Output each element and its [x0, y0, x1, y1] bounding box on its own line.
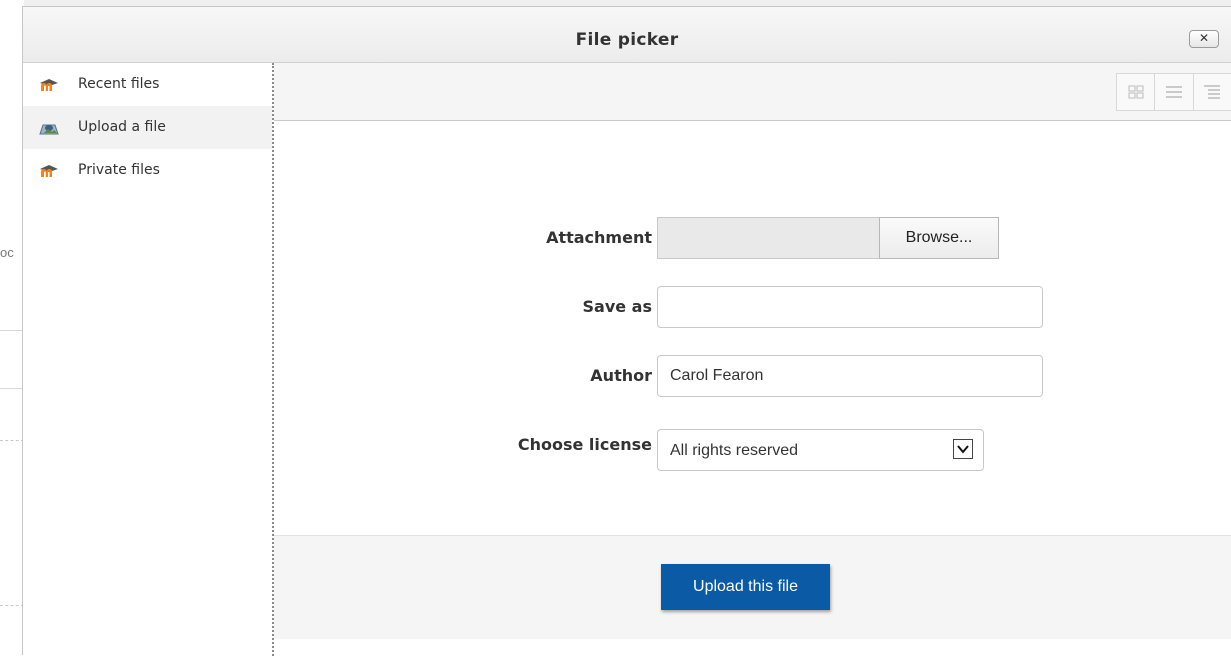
list-view-icon — [1165, 86, 1182, 98]
view-list-button[interactable] — [1155, 74, 1194, 110]
dialog-title: File picker — [575, 30, 679, 50]
background-divider — [0, 605, 24, 606]
sidebar-item-label: Recent files — [78, 76, 160, 92]
background-divider — [0, 330, 24, 331]
license-select[interactable]: All rights reserved — [657, 429, 984, 471]
license-selected-value: All rights reserved — [670, 442, 799, 459]
sidebar-item-label: Private files — [78, 162, 160, 178]
author-input[interactable] — [657, 355, 1043, 397]
license-label: Choose license — [517, 435, 652, 454]
upload-file-button[interactable]: Upload this file — [661, 564, 830, 610]
file-picker-dialog: File picker ✕ Recent files Upload a file — [22, 6, 1231, 656]
upload-panel: Attachment Browse... Save as Author Choo… — [274, 63, 1231, 656]
background-edge-text: oc — [0, 245, 14, 260]
moodle-icon — [40, 79, 58, 91]
attachment-label: Attachment — [546, 228, 652, 247]
repository-sidebar: Recent files Upload a file Private files — [23, 63, 274, 656]
form-footer: Upload this file — [274, 535, 1231, 639]
save-as-label: Save as — [582, 297, 653, 316]
view-tree-button[interactable] — [1194, 74, 1231, 110]
author-label: Author — [590, 366, 652, 385]
sidebar-item-label: Upload a file — [78, 119, 166, 135]
save-as-input[interactable] — [657, 286, 1043, 328]
tree-view-icon — [1204, 85, 1221, 99]
attachment-file-field[interactable] — [657, 217, 879, 259]
sidebar-item-private-files[interactable]: Private files — [23, 149, 272, 192]
chevron-down-icon — [953, 439, 973, 459]
close-button[interactable]: ✕ — [1189, 30, 1219, 48]
sidebar-item-upload-a-file[interactable]: Upload a file — [23, 106, 272, 149]
browse-button[interactable]: Browse... — [879, 217, 999, 259]
upload-icon — [39, 124, 59, 135]
view-icons-button[interactable] — [1117, 74, 1156, 110]
sidebar-item-recent-files[interactable]: Recent files — [23, 63, 272, 106]
view-toolbar — [274, 63, 1231, 121]
background-divider — [0, 388, 24, 389]
moodle-icon — [40, 165, 58, 177]
page-background-edge: oc — [0, 0, 24, 655]
view-mode-group — [1116, 73, 1231, 111]
icons-view-icon — [1128, 85, 1144, 99]
background-divider — [0, 440, 24, 441]
close-icon: ✕ — [1198, 31, 1210, 45]
dialog-title-bar: File picker ✕ — [23, 7, 1231, 63]
